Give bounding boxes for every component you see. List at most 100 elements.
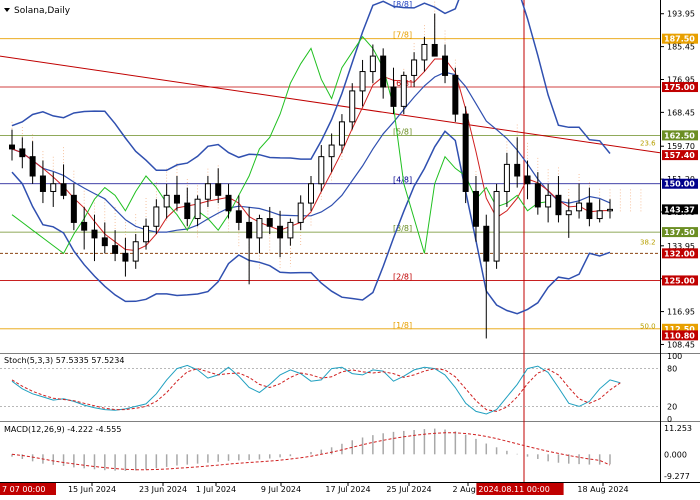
stoch-axis-label: 100 [667, 352, 682, 361]
candle-body [132, 241, 139, 262]
price-label-text: 162.50 [664, 131, 695, 140]
candle-body [359, 71, 366, 92]
macd-axis-label: 0.000 [664, 450, 687, 459]
time-tick-label: 2024.08.11 00:00 [478, 485, 549, 494]
macd-label: MACD(12,26,9) -4.222 -4.555 [4, 425, 121, 434]
candle-body [431, 43, 438, 57]
fib-label: 23.6 [640, 140, 656, 148]
price-label-text: 175.00 [664, 83, 695, 92]
candle-body [472, 190, 479, 227]
time-tick-label: 15 Jun 2024 [68, 485, 116, 494]
candle-body [462, 113, 469, 192]
solana-daily-chart[interactable]: [8/8][7/8][6/8][5/8][4/8][3/8][2/8][1/8]… [0, 0, 700, 500]
candle-body [153, 206, 160, 227]
time-tick-label: 23 Jun 2024 [139, 485, 187, 494]
candle-body [184, 202, 191, 220]
candle-body [369, 55, 376, 73]
candle-body [483, 225, 490, 262]
candle-body [204, 183, 211, 200]
candle-body [9, 144, 15, 150]
time-tick-label: 17 Jul 2024 [325, 485, 370, 494]
chart-window: [8/8][7/8][6/8][5/8][4/8][3/8][2/8][1/8]… [0, 0, 700, 500]
candle-body [215, 183, 222, 196]
price-label-text: 150.00 [664, 180, 695, 189]
candle-body [70, 194, 77, 223]
candle-body [143, 225, 150, 243]
candle-body [50, 183, 57, 192]
candle-body [565, 210, 572, 216]
candle-body [194, 198, 201, 220]
level-label: [5/8] [393, 127, 412, 136]
candle-body [524, 175, 531, 185]
price-label-text: 143.37 [664, 205, 695, 214]
candle-body [39, 175, 46, 192]
time-tick-label: 9 Jul 2024 [261, 485, 301, 494]
candle-body [173, 194, 180, 204]
macd-axis-label: -9.277 [664, 472, 690, 481]
fib-label: 38.2 [640, 239, 656, 247]
candle-body [60, 183, 67, 196]
candle-body [29, 156, 36, 177]
candle-body [586, 202, 593, 220]
chart-title: Solana,Daily [14, 6, 71, 16]
price-tick-label: 168.45 [667, 108, 695, 117]
price-tick-label: 108.45 [667, 340, 695, 349]
time-tick-label: 7 07 00:00 [2, 485, 45, 494]
level-label: [2/8] [393, 272, 412, 281]
candle-body [256, 218, 263, 239]
candle-body [380, 55, 387, 88]
candle-body [411, 59, 418, 76]
candle-body [287, 221, 294, 239]
macd-axis-label: 11.253 [664, 424, 692, 433]
candle-body [91, 229, 98, 239]
candle-body [122, 252, 129, 262]
candle-body [452, 74, 459, 115]
stoch-label: Stoch(5,3,3) 57.5335 57.5234 [4, 356, 124, 365]
price-label-text: 157.40 [664, 151, 695, 160]
price-label-text: 137.50 [664, 228, 695, 237]
candle-body [225, 194, 232, 212]
candle-body [19, 148, 26, 158]
fib-label: 50.0 [640, 323, 656, 331]
candle-body [576, 202, 583, 212]
candle-body [112, 245, 119, 254]
candle-body [514, 163, 521, 177]
stoch-axis-label: 80 [667, 365, 677, 374]
candle-body [235, 210, 242, 223]
price-label-text: 125.00 [664, 276, 695, 285]
candle-body [338, 121, 345, 146]
price-tick-label: 159.70 [667, 142, 695, 151]
candle-body [266, 218, 273, 227]
time-tick-label: 18 Aug 2024 [577, 485, 628, 494]
candle-body [328, 144, 335, 158]
candle-body [442, 55, 449, 76]
price-label-text: 132.00 [664, 249, 695, 258]
stoch-axis-label: 20 [667, 402, 677, 411]
candle-body [163, 194, 170, 208]
candle-body [246, 221, 253, 239]
level-label: [7/8] [393, 31, 412, 40]
price-label-text: 110.80 [664, 331, 695, 340]
time-tick-label: 1 Jul 2024 [196, 485, 236, 494]
candle-body [101, 237, 108, 247]
candle-body [400, 74, 407, 107]
candle-body [596, 210, 603, 220]
price-label-text: 187.50 [664, 35, 695, 44]
candle-body [318, 156, 325, 185]
candle-body [555, 194, 562, 216]
candle-body [81, 221, 88, 231]
candle-body [390, 86, 397, 107]
candle-body [545, 194, 552, 208]
price-tick-label: 116.95 [667, 308, 695, 317]
time-tick-label: 25 Jul 2024 [386, 485, 431, 494]
candle-body [503, 163, 510, 192]
stoch-axis-label: 0 [667, 415, 672, 424]
candle-body [421, 43, 428, 61]
candle-body [349, 90, 356, 123]
candle-body [308, 183, 314, 204]
candle-body [493, 190, 500, 262]
level-label: [1/8] [393, 321, 412, 330]
candle-body [534, 183, 541, 208]
price-tick-label: 193.95 [667, 10, 695, 19]
candle-body [277, 225, 284, 239]
